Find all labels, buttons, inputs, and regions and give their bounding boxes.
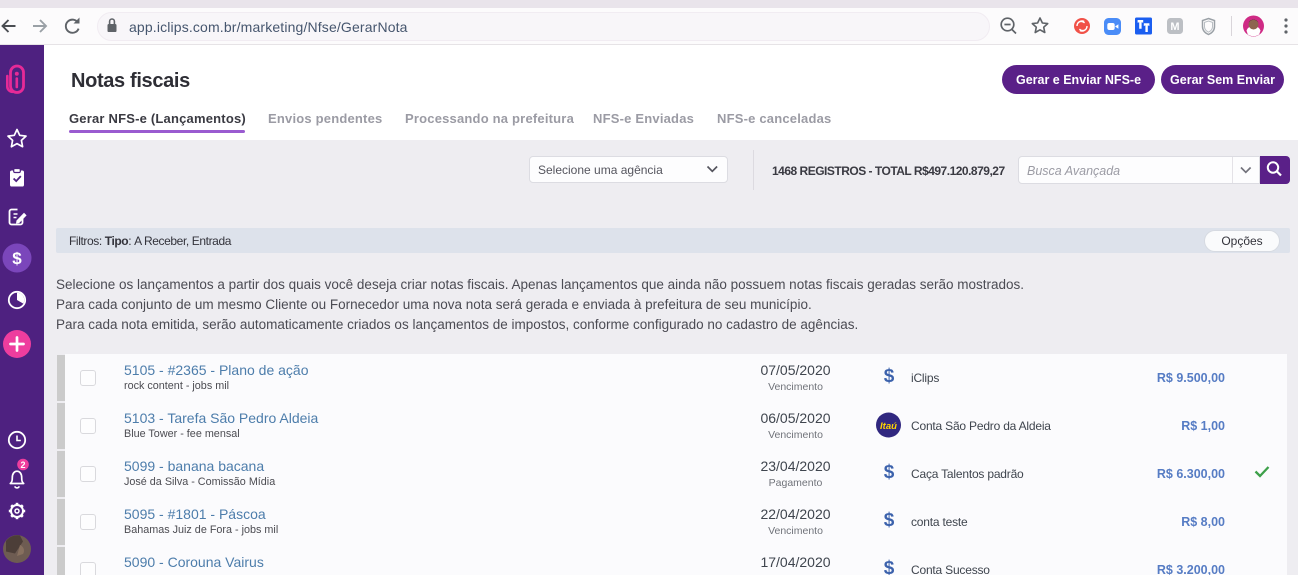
svg-text:Itaú: Itaú bbox=[880, 421, 897, 432]
